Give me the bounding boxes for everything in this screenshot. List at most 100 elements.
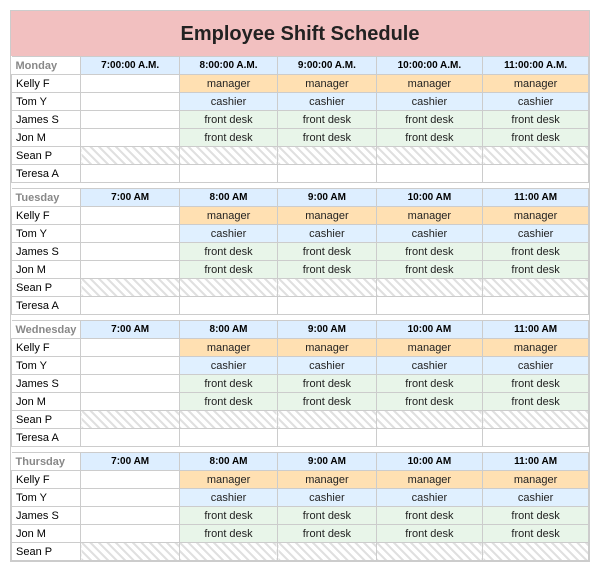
shift-cell: front desk xyxy=(278,111,376,129)
shift-cell: manager xyxy=(179,339,277,357)
shift-cell: manager xyxy=(278,339,376,357)
shift-cell xyxy=(81,225,179,243)
shift-cell: manager xyxy=(278,75,376,93)
shift-cell: cashier xyxy=(179,225,277,243)
shift-cell xyxy=(376,297,483,315)
shift-cell: front desk xyxy=(179,243,277,261)
table-row: Jon Mfront deskfront deskfront deskfront… xyxy=(12,261,589,279)
shift-cell xyxy=(179,147,277,165)
shift-cell: front desk xyxy=(278,393,376,411)
shift-cell xyxy=(483,147,589,165)
shift-cell xyxy=(278,543,376,561)
shift-cell: front desk xyxy=(483,111,589,129)
shift-cell: manager xyxy=(179,471,277,489)
shift-cell xyxy=(179,411,277,429)
shift-cell xyxy=(81,297,179,315)
page-wrapper: Employee Shift Schedule Monday7:00:00 A.… xyxy=(10,10,590,562)
time-header-cell: 7:00 AM xyxy=(81,189,179,207)
shift-cell: manager xyxy=(179,75,277,93)
table-row: Sean P xyxy=(12,279,589,297)
shift-cell: front desk xyxy=(376,525,483,543)
employee-name: Kelly F xyxy=(12,75,81,93)
shift-cell xyxy=(483,279,589,297)
shift-cell: cashier xyxy=(278,225,376,243)
shift-cell: cashier xyxy=(179,93,277,111)
shift-cell xyxy=(81,93,179,111)
employee-name: Teresa A xyxy=(12,297,81,315)
time-header-cell: 8:00 AM xyxy=(179,321,277,339)
shift-cell: manager xyxy=(376,339,483,357)
employee-name: Tom Y xyxy=(12,93,81,111)
table-row: Teresa A xyxy=(12,165,589,183)
shift-cell xyxy=(81,111,179,129)
shift-cell xyxy=(179,279,277,297)
shift-cell: front desk xyxy=(278,525,376,543)
employee-name: Teresa A xyxy=(12,165,81,183)
shift-cell xyxy=(81,279,179,297)
time-header-cell: 7:00:00 A.M. xyxy=(81,57,179,75)
table-row: Sean P xyxy=(12,147,589,165)
table-row: Kelly Fmanagermanagermanagermanager xyxy=(12,471,589,489)
shift-cell xyxy=(376,165,483,183)
shift-cell: front desk xyxy=(179,129,277,147)
shift-cell: front desk xyxy=(376,393,483,411)
table-row: James Sfront deskfront deskfront deskfro… xyxy=(12,507,589,525)
shift-cell xyxy=(376,429,483,447)
employee-name: Jon M xyxy=(12,525,81,543)
day-header: Thursday7:00 AM8:00 AM9:00 AM10:00 AM11:… xyxy=(12,453,589,471)
shift-cell xyxy=(483,543,589,561)
shift-cell: front desk xyxy=(483,375,589,393)
shift-cell: front desk xyxy=(483,261,589,279)
shift-cell xyxy=(81,339,179,357)
employee-name: Kelly F xyxy=(12,207,81,225)
employee-name: James S xyxy=(12,507,81,525)
day-label: Tuesday xyxy=(12,189,81,207)
shift-cell: manager xyxy=(179,207,277,225)
shift-cell xyxy=(81,489,179,507)
shift-cell xyxy=(81,261,179,279)
shift-cell: front desk xyxy=(376,111,483,129)
shift-cell xyxy=(278,165,376,183)
table-row: Tom Ycashiercashiercashiercashier xyxy=(12,489,589,507)
employee-name: Teresa A xyxy=(12,429,81,447)
shift-cell xyxy=(81,429,179,447)
shift-cell xyxy=(278,147,376,165)
day-label: Wednesday xyxy=(12,321,81,339)
shift-cell: front desk xyxy=(483,525,589,543)
shift-cell xyxy=(179,543,277,561)
shift-cell: manager xyxy=(376,75,483,93)
schedule-table: Monday7:00:00 A.M.8:00:00 A.M.9:00:00 A.… xyxy=(11,56,589,561)
shift-cell: cashier xyxy=(483,225,589,243)
shift-cell xyxy=(483,165,589,183)
table-row: Kelly Fmanagermanagermanagermanager xyxy=(12,207,589,225)
shift-cell xyxy=(81,207,179,225)
employee-name: Jon M xyxy=(12,393,81,411)
time-header-cell: 7:00 AM xyxy=(81,321,179,339)
employee-name: Sean P xyxy=(12,147,81,165)
shift-cell xyxy=(179,429,277,447)
table-row: Jon Mfront deskfront deskfront deskfront… xyxy=(12,525,589,543)
employee-name: Sean P xyxy=(12,411,81,429)
table-row: James Sfront deskfront deskfront deskfro… xyxy=(12,111,589,129)
page-title: Employee Shift Schedule xyxy=(11,23,589,46)
shift-cell xyxy=(81,243,179,261)
employee-name: James S xyxy=(12,111,81,129)
shift-cell: front desk xyxy=(278,375,376,393)
shift-cell: cashier xyxy=(483,489,589,507)
employee-name: Sean P xyxy=(12,543,81,561)
employee-name: Jon M xyxy=(12,129,81,147)
day-header: Wednesday7:00 AM8:00 AM9:00 AM10:00 AM11… xyxy=(12,321,589,339)
shift-cell xyxy=(81,543,179,561)
shift-cell: front desk xyxy=(376,261,483,279)
shift-cell: cashier xyxy=(278,357,376,375)
time-header-cell: 11:00:00 A.M. xyxy=(483,57,589,75)
time-header-cell: 7:00 AM xyxy=(81,453,179,471)
time-header-cell: 10:00:00 A.M. xyxy=(376,57,483,75)
shift-cell: front desk xyxy=(376,243,483,261)
shift-cell: front desk xyxy=(483,507,589,525)
time-header-cell: 9:00:00 A.M. xyxy=(278,57,376,75)
shift-cell xyxy=(483,297,589,315)
shift-cell: manager xyxy=(278,471,376,489)
shift-cell xyxy=(81,147,179,165)
table-row: Kelly Fmanagermanagermanagermanager xyxy=(12,75,589,93)
